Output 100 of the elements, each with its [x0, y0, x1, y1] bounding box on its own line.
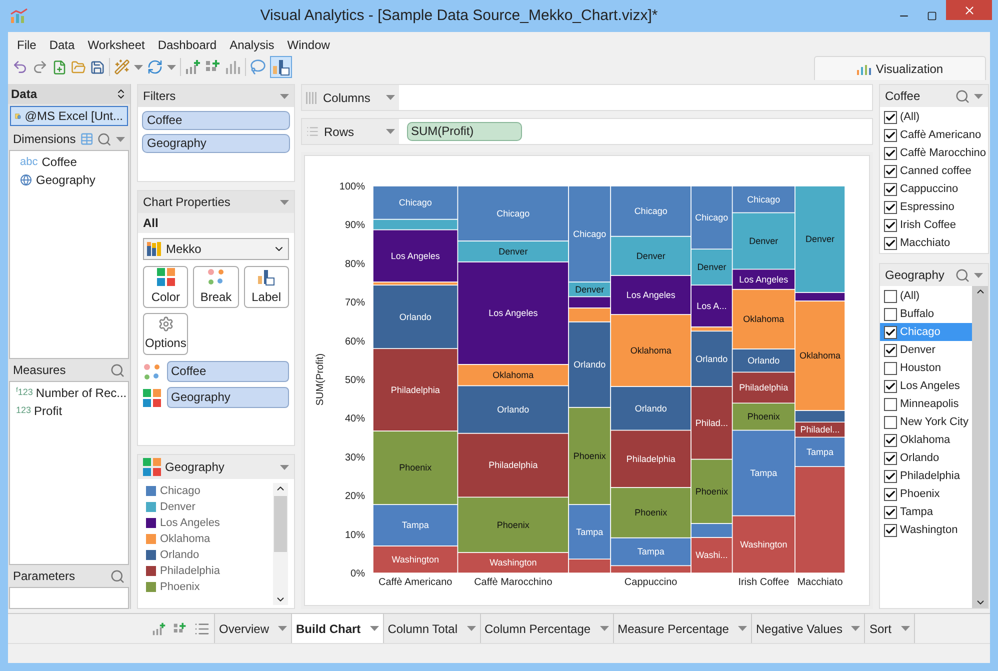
segment-label: Chicago — [695, 212, 728, 223]
filter-option[interactable]: Oklahoma — [880, 431, 972, 449]
scope-header: All — [138, 213, 294, 233]
y-tick-label: 60% — [344, 336, 365, 348]
legend-label: Los Angeles — [160, 516, 220, 531]
y-tick-label: 0% — [350, 568, 365, 580]
segment-label: Los Angeles — [488, 308, 538, 318]
menu-item[interactable]: Window — [287, 36, 330, 54]
segment-label: Oklahoma — [800, 350, 841, 361]
panel-title: Geography — [165, 459, 226, 476]
property-button[interactable]: Options — [143, 313, 188, 355]
sheet-tab[interactable]: Negative Values — [752, 614, 866, 643]
tab-label: Visualization — [876, 60, 944, 78]
segment-label: Tampa — [806, 446, 834, 457]
measure-pill[interactable]: SUM(Profit) — [407, 122, 522, 141]
filter-option[interactable]: Tampa — [880, 503, 972, 521]
segment-label: Denver — [498, 246, 528, 256]
segment-label: Chicago — [747, 194, 780, 204]
panel-title: Chart Properties — [143, 194, 232, 211]
segment-label: Orlando — [497, 404, 530, 414]
segment-label: Phoenix — [399, 462, 432, 473]
segment-label: Los Angeles — [739, 274, 788, 284]
legend-label: Orlando — [160, 548, 200, 563]
filter-pill[interactable]: Coffee — [142, 111, 290, 130]
filter-option[interactable]: Denver — [880, 341, 972, 359]
segment-label: Philad... — [695, 418, 728, 428]
segment-label: Chicago — [496, 208, 530, 218]
filter-option[interactable]: Caffè Americano — [880, 126, 988, 144]
menu-item[interactable]: Worksheet — [88, 36, 145, 54]
filter-option[interactable]: Los Angeles — [880, 377, 972, 395]
shelf-pill[interactable]: Geography — [167, 387, 289, 408]
filter-option[interactable]: (All) — [880, 108, 988, 126]
legend-label: Chicago — [160, 484, 200, 499]
menu-item[interactable]: File — [17, 36, 36, 54]
sheet-tab[interactable]: Column Total — [384, 614, 481, 643]
menu-item[interactable]: Dashboard — [158, 36, 217, 54]
field-item[interactable]: Coffee — [42, 153, 77, 171]
sheet-tab[interactable]: Overview — [215, 614, 292, 643]
filter-option[interactable]: Cappuccino — [880, 180, 988, 198]
segment-label: Phoenix — [496, 520, 530, 530]
filter-option[interactable]: Philadelphia — [880, 467, 972, 485]
filter-option[interactable]: New York City — [880, 413, 972, 431]
property-button[interactable]: Label — [244, 266, 289, 308]
filter-option[interactable]: (All) — [880, 287, 972, 305]
field-item[interactable]: Profit — [34, 402, 62, 420]
menu-item[interactable]: Analysis — [230, 36, 274, 54]
filter-option[interactable]: Phoenix — [880, 485, 972, 503]
filter-option[interactable]: Washington — [880, 521, 972, 539]
segment-label: Philadelphia — [390, 384, 440, 395]
segment-label: Philadelphia — [488, 460, 538, 470]
sheet-tab[interactable]: Measure Percentage — [614, 614, 752, 643]
filter-option[interactable]: Orlando — [880, 449, 972, 467]
filter-option[interactable]: Espressino — [880, 198, 988, 216]
chart-type-select[interactable]: Mekko — [143, 238, 289, 260]
sheet-tab[interactable]: Column Percentage — [480, 614, 614, 643]
segment-label: Phoenix — [573, 450, 606, 461]
panel-title: Dimensions — [13, 131, 76, 148]
field-item[interactable]: Number of Rec... — [36, 384, 127, 402]
property-button[interactable]: Break — [193, 266, 239, 308]
segment-label: Washi... — [696, 550, 728, 560]
segment-label: Denver — [697, 262, 726, 272]
segment-label: Philadelphia — [626, 454, 676, 464]
segment-label: Orlando — [748, 356, 780, 366]
field-item[interactable]: Geography — [36, 171, 96, 189]
legend-label: Denver — [160, 500, 196, 515]
panel-title: Data — [11, 86, 38, 103]
filter-option[interactable]: Houston — [880, 359, 972, 377]
filter-option[interactable]: Canned coffee — [880, 162, 988, 180]
window-title: Visual Analytics - [Sample Data Source_Mekko_Chart.vizx]* — [259, 6, 659, 26]
segment-label: Denver — [749, 236, 778, 246]
filter-option[interactable]: Macchiato — [880, 234, 988, 252]
filter-option[interactable]: Irish Coffee — [880, 216, 988, 234]
shelf-label: Columns — [323, 90, 372, 106]
filter-option[interactable]: Caffè Marocchino — [880, 144, 988, 162]
y-tick-label: 40% — [344, 414, 365, 425]
y-tick-label: 90% — [344, 220, 365, 232]
segment-label: Phoenix — [634, 508, 668, 518]
y-axis-title: SUM(Profit) — [315, 353, 326, 406]
segment-label: Tampa — [402, 520, 429, 530]
filter-option[interactable]: Minneapolis — [880, 395, 972, 413]
segment-label: Chicago — [573, 229, 606, 239]
filter-option[interactable]: Buffalo — [880, 305, 972, 323]
menu-item[interactable]: Data — [49, 36, 75, 54]
segment-label: Philadel... — [800, 424, 840, 435]
y-tick-label: 100% — [339, 182, 365, 192]
sheet-tab[interactable]: Sort — [865, 614, 914, 643]
y-tick-label: 50% — [344, 375, 365, 386]
segment-label: Philadelphia — [739, 382, 788, 393]
visualization-tab[interactable]: Visualization — [814, 56, 986, 80]
segment-label: Orlando — [574, 360, 606, 370]
segment-label: Phoenix — [747, 412, 780, 422]
filter-pill[interactable]: Geography — [142, 134, 290, 153]
segment-label: Los A... — [696, 300, 727, 311]
data-source-item[interactable]: @MS Excel [Unt... — [10, 106, 128, 126]
legend-label: Philadelphia — [160, 564, 220, 579]
shelf-pill[interactable]: Coffee — [167, 361, 289, 382]
sheet-tab[interactable]: Build Chart — [292, 614, 384, 643]
x-category-label: Caffè Marocchino — [474, 577, 552, 588]
property-button[interactable]: Color — [143, 266, 188, 308]
x-category-label: Irish Coffee — [738, 577, 790, 588]
